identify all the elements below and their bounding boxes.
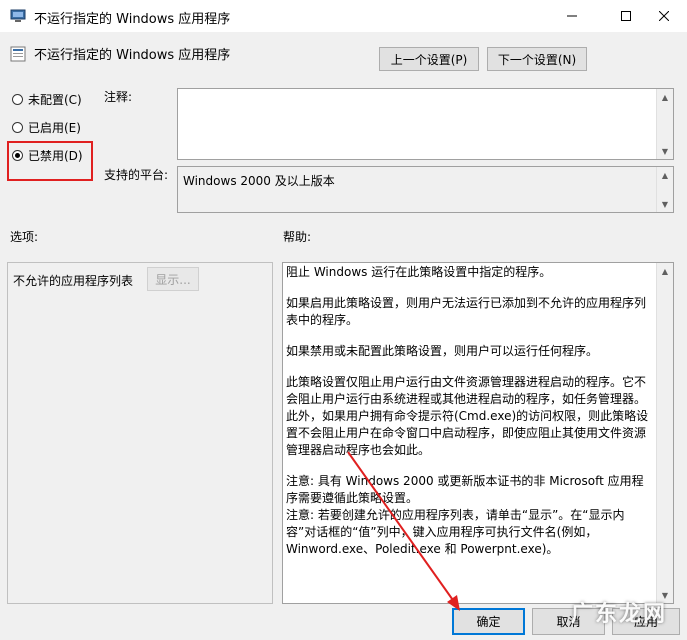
policy-dialog: 不运行指定的 Windows 应用程序 不运行指定的 Windows 应用程序 … [0, 0, 687, 640]
red-arrow-annotation [347, 451, 460, 611]
watermark-logo: 广东龙网 [570, 602, 667, 627]
